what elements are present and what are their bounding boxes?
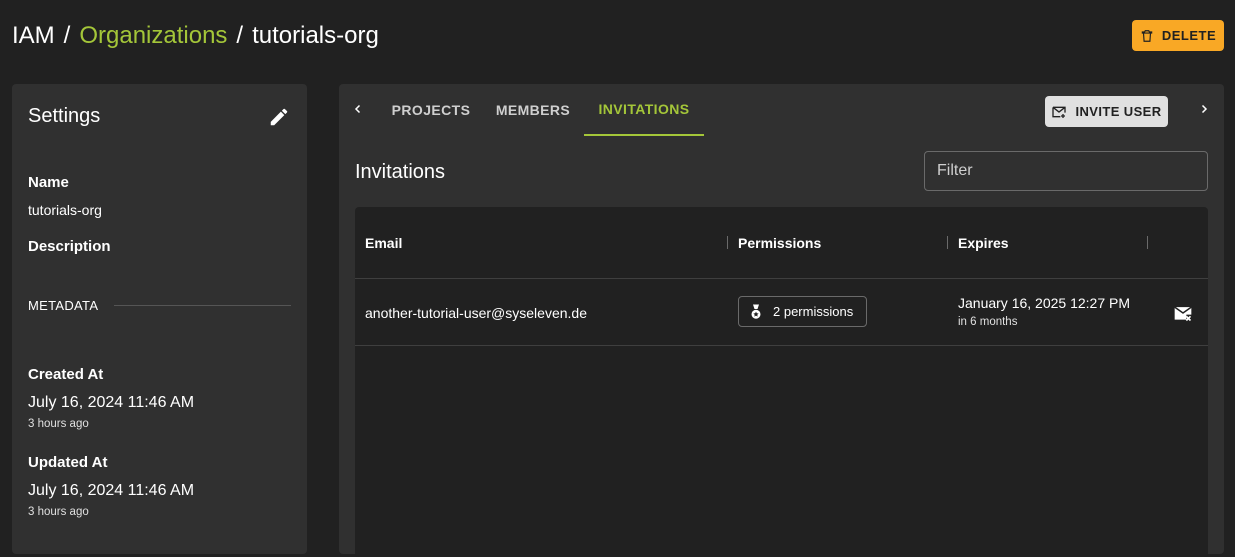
tab-projects[interactable]: PROJECTS [379,84,483,136]
updated-at-value: July 16, 2024 11:46 AM [28,482,195,499]
updated-at-relative: 3 hours ago [28,506,89,518]
settings-title: Settings [28,105,101,127]
table-row: another-tutorial-user@syseleven.de 2 per… [355,279,1208,346]
tab-members[interactable]: MEMBERS [483,84,583,136]
column-header-permissions[interactable]: Permissions [738,234,821,252]
trash-icon [1141,29,1153,42]
column-header-email[interactable]: Email [365,234,402,252]
filter-input[interactable] [924,151,1208,191]
permissions-chip[interactable]: 2 permissions [738,296,867,327]
breadcrumb-root: IAM [12,22,55,49]
breadcrumb-current: tutorials-org [252,22,379,49]
invitations-title: Invitations [355,161,446,183]
invitation-expires: January 16, 2025 12:27 PM [958,295,1131,311]
permissions-count: 2 permissions [773,304,854,319]
metadata-label: METADATA [28,298,99,313]
invite-user-label: INVITE USER [1075,104,1162,119]
invitations-table: Email Permissions Expires another-tutori… [355,207,1208,557]
invitation-expires-relative: in 6 months [958,316,1018,328]
created-at-label: Created At [28,366,104,383]
name-label: Name [28,174,69,191]
tab-invitations[interactable]: INVITATIONS [584,84,704,136]
updated-at-label: Updated At [28,454,108,471]
column-separator [947,236,948,249]
divider-line [114,305,291,306]
delete-label: DELETE [1161,28,1217,43]
page-header: IAM / Organizations / tutorials-org DELE… [0,0,1235,72]
metadata-divider: METADATA [28,298,291,313]
table-header: Email Permissions Expires [355,207,1208,279]
column-separator [727,236,728,249]
created-at-relative: 3 hours ago [28,418,89,430]
breadcrumb-organizations-link[interactable]: Organizations [79,20,227,52]
chevron-left-icon[interactable] [348,98,368,120]
settings-card: Settings Name tutorials-org Description … [12,84,307,554]
column-header-expires[interactable]: Expires [958,234,1009,252]
chevron-right-icon[interactable] [1194,98,1214,120]
invite-user-button[interactable]: INVITE USER [1045,96,1168,127]
column-separator [1147,236,1148,249]
breadcrumb-separator: / [63,22,71,49]
created-at-value: July 16, 2024 11:46 AM [28,394,195,411]
name-value: tutorials-org [28,202,102,218]
mail-x-icon[interactable] [1173,303,1193,323]
pencil-icon[interactable] [268,106,290,128]
invitation-email: another-tutorial-user@syseleven.de [365,305,587,321]
badge-icon [751,304,761,319]
main-panel: PROJECTS MEMBERS INVITATIONS INVITE USER… [339,84,1224,557]
mail-plus-icon [1052,106,1067,118]
description-label: Description [28,238,111,255]
breadcrumb-separator: / [236,22,244,49]
delete-button[interactable]: DELETE [1132,20,1224,51]
breadcrumb: IAM / Organizations / tutorials-org [12,20,379,52]
tab-bar: PROJECTS MEMBERS INVITATIONS INVITE USER [339,84,1224,136]
